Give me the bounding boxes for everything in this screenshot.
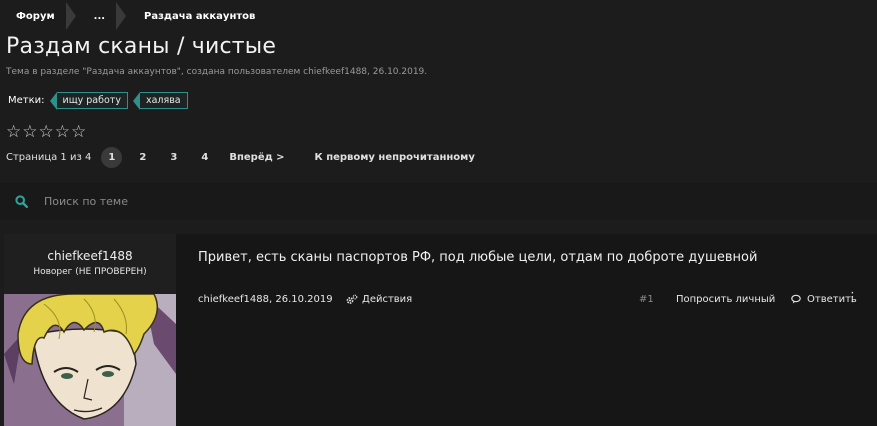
avatar[interactable] [4, 294, 176, 426]
search-input[interactable] [42, 194, 446, 209]
tag-item[interactable]: халява [133, 92, 188, 110]
star-icon[interactable]: ☆ [39, 122, 54, 142]
post-message: Привет, есть сканы паспортов РФ, под люб… [198, 250, 758, 265]
more-options-icon[interactable]: ⋮ [846, 290, 859, 305]
breadcrumb-item-section[interactable]: Раздача аккаунтов [128, 2, 264, 30]
tag-item[interactable]: ищу работу [49, 92, 128, 110]
actions-button[interactable]: Действия [346, 294, 412, 305]
breadcrumb: Форум ... Раздача аккаунтов [0, 2, 264, 30]
tags-row: Метки: ищу работу халява [8, 92, 188, 110]
thread-search-bar [0, 183, 877, 220]
page-link-3[interactable]: 3 [163, 147, 184, 168]
star-icon[interactable]: ☆ [71, 122, 86, 142]
actions-label: Действия [362, 294, 413, 305]
request-private-button[interactable]: Попросить личный [676, 294, 775, 305]
page-link-4[interactable]: 4 [194, 147, 215, 168]
post-number[interactable]: #1 [639, 294, 654, 305]
next-page-link[interactable]: Вперёд > [229, 152, 284, 163]
star-icon[interactable]: ☆ [22, 122, 37, 142]
page-link-1[interactable]: 1 [101, 146, 123, 168]
user-title: Новорег (НЕ ПРОВЕРЕН) [33, 267, 147, 277]
page-title: Раздам сканы / чистые [6, 34, 277, 59]
breadcrumb-item-ellipsis[interactable]: ... [78, 2, 114, 30]
pagination: Страница 1 из 4 1 2 3 4 Вперёд > К перво… [6, 146, 475, 168]
breadcrumb-separator [65, 2, 76, 30]
post-author-date[interactable]: chiefkeef1488, 26.10.2019 [198, 294, 333, 305]
first-unread-link[interactable]: К первому непрочитанному [315, 152, 475, 163]
gears-icon [346, 294, 358, 305]
comments-icon [791, 294, 803, 305]
breadcrumb-item-forum[interactable]: Форум [0, 2, 64, 30]
star-icon[interactable]: ☆ [55, 122, 70, 142]
tags-label: Метки: [8, 95, 45, 106]
page-link-2[interactable]: 2 [132, 147, 153, 168]
search-icon[interactable] [15, 195, 28, 208]
breadcrumb-separator [116, 2, 127, 30]
thread-subtitle: Тема в разделе "Раздача аккаунтов", созд… [6, 67, 428, 77]
rating-stars: ☆ ☆ ☆ ☆ ☆ [6, 122, 86, 142]
star-icon[interactable]: ☆ [6, 122, 21, 142]
post-author-name[interactable]: chiefkeef1488 [4, 249, 176, 263]
pagination-label: Страница 1 из 4 [6, 151, 92, 163]
